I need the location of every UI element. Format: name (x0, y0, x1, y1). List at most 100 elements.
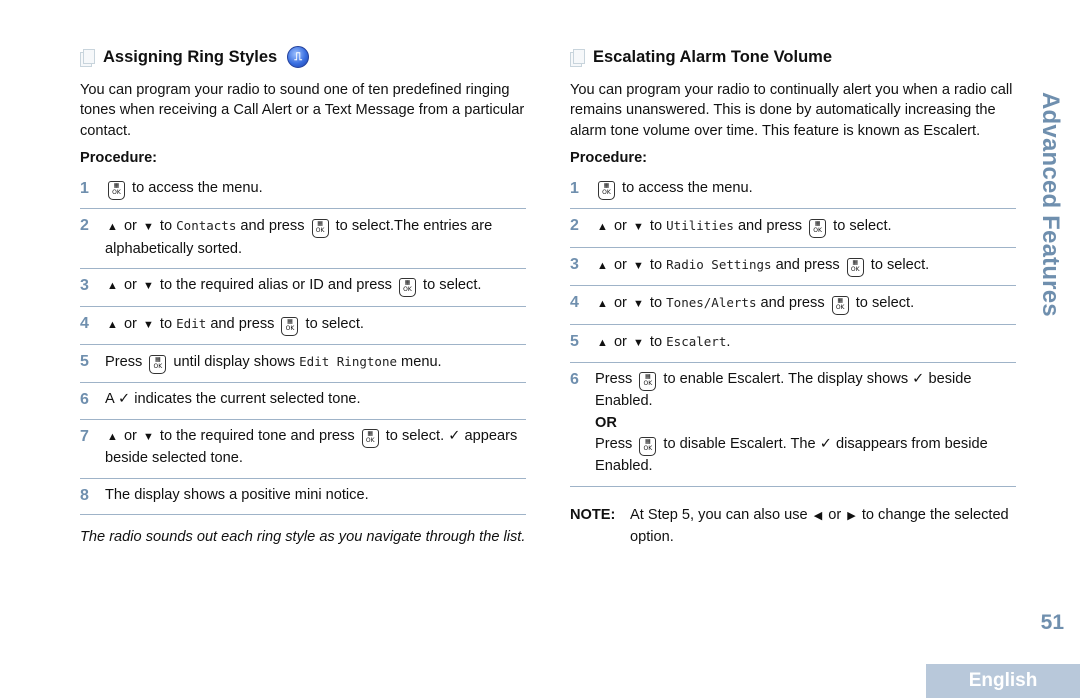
step-content: ▲ or ▼ to Radio Settings and press ▦ OK t… (595, 254, 1016, 278)
menu-ok-button-icon: ▦ OK (361, 428, 379, 448)
step-content: Press ▦ OK until display shows Edit Ringt… (105, 351, 526, 375)
step-content: A ✓ indicates the current selected tone. (105, 389, 526, 411)
up-arrow-icon: ▲ (597, 298, 608, 311)
step-text: At Step 5, you can also use (630, 506, 812, 523)
right-arrow-icon: ▶ (847, 509, 856, 522)
step-number: 4 (570, 294, 579, 312)
step-text: or (609, 333, 631, 350)
down-arrow-icon: ▼ (142, 221, 154, 234)
section-heading: Escalating Alarm Tone Volume (570, 44, 1016, 70)
step-number: 8 (80, 486, 89, 504)
up-arrow-icon: ▲ (107, 280, 118, 293)
menu-item-name: Edit (176, 315, 207, 331)
menu-item-name: Escalert (666, 333, 727, 349)
step-content: ▲ or ▼ to the required alias or ID and p… (105, 275, 526, 298)
menu-item-name: Utilities (666, 218, 734, 234)
step-number: 6 (570, 371, 579, 389)
step-number: 7 (80, 427, 89, 445)
step-content: ▲ or ▼ to the required tone and press ▦ O… (105, 426, 526, 470)
step-text: or (609, 256, 631, 273)
up-arrow-icon: ▲ (597, 221, 608, 234)
section-title: Escalating Alarm Tone Volume (593, 47, 833, 66)
step-text: or (119, 315, 141, 332)
section-heading: Assigning Ring Styles ⎍ (80, 44, 526, 70)
step-text: menu. (397, 354, 442, 371)
step-text: Press (595, 436, 637, 453)
menu-ok-button-icon: ▦ OK (399, 278, 416, 298)
procedure-step: 2 ▲ or ▼ to Utilities and press ▦ OK to se… (570, 209, 1016, 248)
step-content: ▲ or ▼ to Contacts and press ▦ OK to sele… (105, 215, 526, 260)
menu-ok-button-icon: ▦ OK (831, 296, 849, 316)
down-arrow-icon: ▼ (142, 430, 154, 443)
note: NOTE: At Step 5, you can also use ◀ or ▶… (570, 505, 1016, 549)
footnote: The radio sounds out each ring style as … (80, 529, 526, 546)
step-text: and press (756, 295, 829, 312)
procedure-step: 2 ▲ or ▼ to Contacts and press ▦ OK to sel… (80, 209, 526, 270)
feature-badge-icon: ⎍ (287, 46, 310, 68)
language-tab: English (926, 664, 1080, 698)
menu-ok-button-icon: ▦ OK (108, 181, 125, 201)
procedure-label: Procedure: (80, 150, 158, 167)
step-number: 2 (80, 217, 89, 235)
step-content: ▦ OK to access the menu. (105, 178, 526, 201)
step-content: ▲ or ▼ to Edit and press ▦ OK to select. (105, 313, 526, 337)
up-arrow-icon: ▲ (597, 336, 608, 349)
procedure-label: Procedure: (570, 150, 648, 167)
step-text: to (645, 218, 667, 235)
document-icon (570, 48, 585, 67)
down-arrow-icon: ▼ (632, 221, 644, 234)
step-text: or (119, 218, 141, 235)
procedure-step: 7 ▲ or ▼ to the required tone and press ▦… (80, 420, 526, 479)
step-text: to (645, 333, 667, 350)
step-text: and press (206, 315, 279, 332)
down-arrow-icon: ▼ (632, 336, 644, 349)
step-text: to select. (851, 295, 915, 312)
menu-ok-button-icon: ▦ OK (846, 257, 864, 277)
menu-item-name: Contacts (176, 218, 237, 234)
procedure-step: 1 ▦ OK to access the menu. (570, 172, 1016, 210)
step-text: to (645, 295, 667, 312)
note-label: NOTE: (570, 506, 616, 523)
step-number: 4 (80, 314, 89, 332)
step-number: 3 (570, 255, 579, 273)
step-content: The display shows a positive mini notice… (105, 485, 526, 507)
chapter-side-title: Advanced Features (1037, 92, 1064, 317)
procedure-step: 3 ▲ or ▼ to Radio Settings and press ▦ OK … (570, 248, 1016, 287)
step-text: to the required alias or ID and press (155, 277, 396, 294)
step-text: or (119, 427, 141, 444)
step-number: 6 (80, 391, 89, 409)
step-text: or (609, 218, 631, 235)
step-text: Press (595, 371, 637, 388)
step-text: Press (105, 354, 147, 371)
left-column: Assigning Ring Styles ⎍ You can program … (80, 44, 526, 548)
step-content: ▲ or ▼ to Utilities and press ▦ OK to sel… (595, 215, 1016, 239)
down-arrow-icon: ▼ (632, 259, 644, 272)
step-text: and press (733, 218, 807, 235)
menu-ok-button-icon: ▦ OK (311, 219, 329, 239)
up-arrow-icon: ▲ (107, 318, 118, 331)
step-text: to select. (866, 256, 930, 273)
document-icon (80, 48, 95, 67)
left-arrow-icon: ◀ (813, 509, 823, 522)
down-arrow-icon: ▼ (142, 318, 154, 331)
step-number: 5 (570, 332, 579, 350)
menu-item-name: Edit Ringtone (299, 354, 397, 370)
down-arrow-icon: ▼ (142, 280, 154, 293)
procedure-step: 4 ▲ or ▼ to Tones/Alerts and press ▦ OK to… (570, 286, 1016, 325)
step-text: or (609, 295, 631, 312)
procedure-steps: 1 ▦ OK to access the menu. 2 ▲ or ▼ to Utili… (570, 172, 1016, 487)
up-arrow-icon: ▲ (597, 259, 608, 272)
menu-ok-button-icon: ▦ OK (598, 181, 615, 201)
step-number: 1 (80, 180, 89, 198)
step-content: ▲ or ▼ to Escalert. (595, 331, 1016, 355)
section-intro: You can program your radio to sound one … (80, 82, 525, 139)
menu-ok-button-icon: ▦ OK (639, 437, 657, 457)
menu-ok-button-icon: ▦ OK (149, 355, 167, 375)
step-text: to access the menu. (618, 180, 753, 197)
page-number: 51 (1040, 611, 1064, 634)
or-label: OR (595, 414, 617, 431)
step-text: and press (236, 218, 309, 235)
step-content: Press ▦ OK to enable Escalert. The displa… (595, 369, 1016, 478)
step-text: to (645, 256, 667, 273)
step-number: 3 (80, 277, 89, 295)
